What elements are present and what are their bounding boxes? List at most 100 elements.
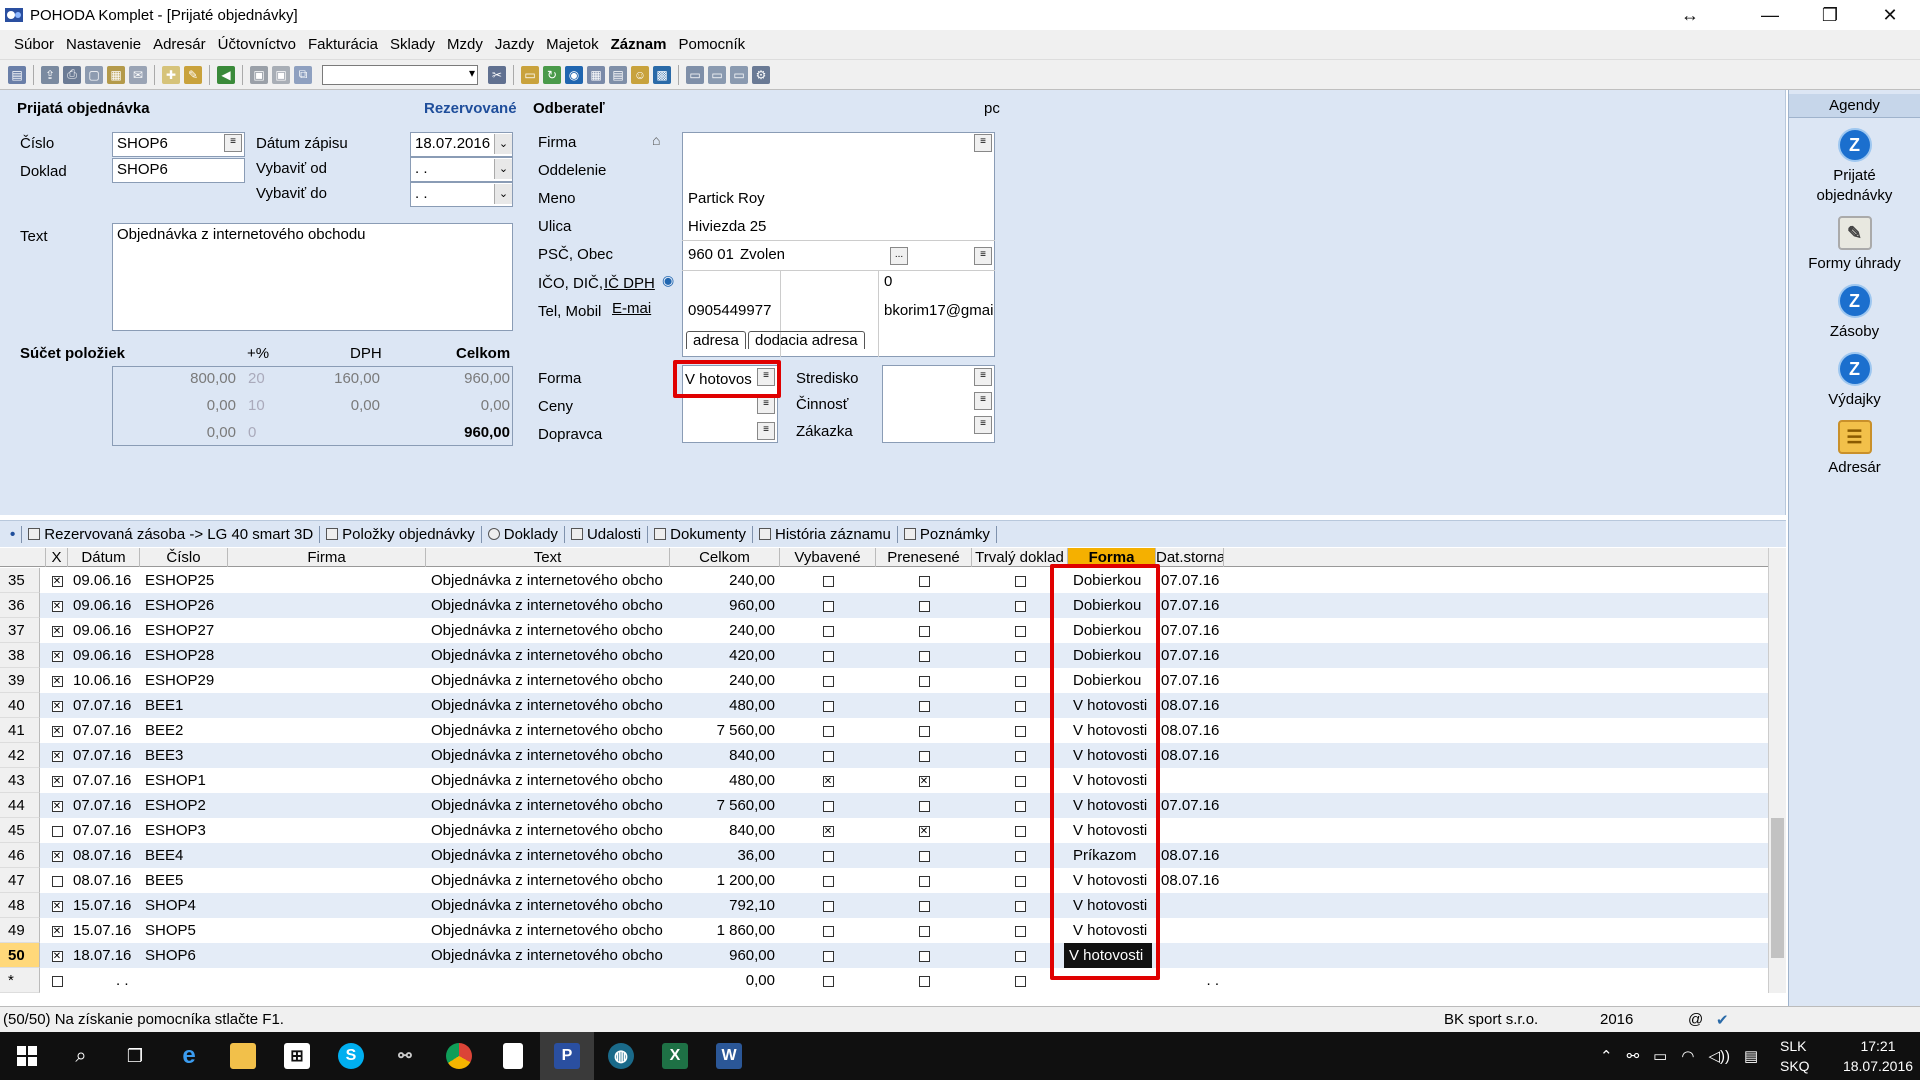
storno-checkbox[interactable]: ✕ (51, 575, 63, 587)
vyb-checkbox[interactable] (822, 900, 834, 912)
vyb-checkbox[interactable] (822, 575, 834, 587)
obec-browse-button[interactable]: ... (890, 247, 908, 265)
vertical-scrollbar[interactable] (1768, 548, 1786, 993)
cell-storno[interactable]: 07.07.16 (1156, 568, 1224, 593)
copy-icon[interactable]: ⧉ (294, 65, 312, 84)
vyb-checkbox[interactable] (822, 675, 834, 687)
filter-clear-icon[interactable]: ✂ (488, 65, 506, 84)
cell-x[interactable]: ✕ (46, 693, 68, 718)
storno-checkbox[interactable]: ✕ (51, 675, 63, 687)
cell-total[interactable]: 960,00 (670, 943, 780, 968)
cell-text[interactable]: Objednávka z internetového obcho (426, 768, 670, 793)
layout-icon[interactable]: ▭ (708, 65, 726, 84)
trv-checkbox[interactable] (1014, 700, 1026, 712)
cell-num[interactable] (140, 968, 228, 993)
cell-vyb[interactable] (780, 718, 876, 743)
search-button[interactable]: ⌕ (54, 1032, 108, 1080)
sidebar-item-zasoby[interactable]: Z Zásoby (1789, 284, 1920, 342)
cell-firma[interactable] (228, 918, 426, 943)
task-view-button[interactable]: ❐ (108, 1032, 162, 1080)
storno-checkbox[interactable] (51, 875, 63, 887)
cell-vyb[interactable] (780, 893, 876, 918)
minimize-button[interactable]: — (1740, 0, 1800, 30)
trv-checkbox[interactable] (1014, 750, 1026, 762)
cell-x[interactable] (46, 868, 68, 893)
ceny-dropdown-button[interactable]: ≡ (757, 396, 775, 414)
storno-checkbox[interactable]: ✕ (51, 775, 63, 787)
trv-checkbox[interactable] (1014, 825, 1026, 837)
column-header-total[interactable]: Celkom (670, 548, 780, 567)
storno-checkbox[interactable]: ✕ (51, 850, 63, 862)
cell-total[interactable]: 240,00 (670, 568, 780, 593)
pren-checkbox[interactable] (918, 875, 930, 887)
cell-vyb[interactable] (780, 843, 876, 868)
cell-storno[interactable] (1156, 918, 1224, 943)
pren-checkbox[interactable]: ✕ (918, 775, 930, 787)
cell-firma[interactable] (228, 618, 426, 643)
cell-num[interactable]: BEE5 (140, 868, 228, 893)
cell-firma[interactable] (228, 593, 426, 618)
storno-checkbox[interactable]: ✕ (51, 650, 63, 662)
back-arrow-icon[interactable]: ◀ (217, 65, 235, 84)
cell-num[interactable]: BEE4 (140, 843, 228, 868)
cell-storno[interactable]: 08.07.16 (1156, 743, 1224, 768)
input-language[interactable]: SLK SKQ (1780, 1036, 1810, 1076)
trv-checkbox[interactable] (1014, 725, 1026, 737)
cinnost-dropdown-button[interactable]: ≡ (974, 392, 992, 410)
grid-icon[interactable]: ▤ (609, 65, 627, 84)
resize-icon[interactable]: ↔ (1660, 0, 1720, 30)
cell-total[interactable]: 1 200,00 (670, 868, 780, 893)
cell-firma[interactable] (228, 893, 426, 918)
cell-pren[interactable] (876, 868, 972, 893)
cell-text[interactable]: Objednávka z internetového obcho (426, 918, 670, 943)
globe-icon[interactable]: ◉ (565, 65, 583, 84)
taskbar-excel[interactable]: X (648, 1032, 702, 1080)
agenda-icon[interactable]: ▤ (8, 65, 26, 84)
menu-zaznam[interactable]: Záznam (605, 36, 673, 53)
pren-checkbox[interactable] (918, 700, 930, 712)
cell-vyb[interactable] (780, 968, 876, 993)
chevron-up-icon[interactable]: ⌃ (1600, 1047, 1613, 1065)
cell-num[interactable]: ESHOP1 (140, 768, 228, 793)
taskbar-chrome[interactable] (432, 1032, 486, 1080)
table-row[interactable]: 45 07.07.16 ESHOP3 Objednávka z internetové… (0, 818, 1786, 843)
cancel-icon[interactable]: ▣ (272, 65, 290, 84)
cell-total[interactable]: 1 860,00 (670, 918, 780, 943)
table-row[interactable]: 42 ✕ 07.07.16 BEE3 Objednávka z internetovéh… (0, 743, 1786, 768)
storno-checkbox[interactable]: ✕ (51, 725, 63, 737)
cell-date[interactable]: 08.07.16 (68, 843, 140, 868)
cell-num[interactable]: ESHOP28 (140, 643, 228, 668)
cell-storno[interactable]: 08.07.16 (1156, 868, 1224, 893)
pren-checkbox[interactable] (918, 675, 930, 687)
table-row[interactable]: 47 08.07.16 BEE5 Objednávka z internetového… (0, 868, 1786, 893)
cell-x[interactable]: ✕ (46, 593, 68, 618)
cell-text[interactable]: Objednávka z internetového obcho (426, 893, 670, 918)
cell-text[interactable]: Objednávka z internetového obcho (426, 943, 670, 968)
cell-storno[interactable]: 08.07.16 (1156, 693, 1224, 718)
tab-rezervovana-zasoba[interactable]: Rezervovaná zásoba -> LG 40 smart 3D (22, 525, 321, 543)
tab-doklady[interactable]: Doklady (482, 525, 565, 543)
text-area[interactable]: Objednávka z internetového obchodu (112, 223, 513, 331)
calc-icon[interactable]: ▩ (653, 65, 671, 84)
cell-x[interactable]: ✕ (46, 718, 68, 743)
cell-date[interactable]: 07.07.16 (68, 743, 140, 768)
cell-date[interactable]: 07.07.16 (68, 693, 140, 718)
date-dropdown-icon[interactable]: ⌄ (494, 159, 512, 179)
tab-udalosti[interactable]: Udalosti (565, 525, 649, 543)
tab-adresa[interactable]: adresa (686, 331, 746, 349)
cell-storno[interactable]: 08.07.16 (1156, 843, 1224, 868)
menu-pomocnik[interactable]: Pomocník (672, 36, 751, 53)
cell-date[interactable]: 10.06.16 (68, 668, 140, 693)
pren-checkbox[interactable] (918, 725, 930, 737)
cell-pren[interactable] (876, 943, 972, 968)
cell-vyb[interactable] (780, 643, 876, 668)
table-row[interactable]: 36 ✕ 09.06.16 ESHOP26 Objednávka z interneto… (0, 593, 1786, 618)
report-icon[interactable]: ▦ (107, 65, 125, 84)
cell-text[interactable]: Objednávka z internetového obcho (426, 868, 670, 893)
storno-checkbox[interactable] (51, 825, 63, 837)
cell-num[interactable]: ESHOP29 (140, 668, 228, 693)
cell-storno[interactable]: 07.07.16 (1156, 643, 1224, 668)
pren-checkbox[interactable] (918, 750, 930, 762)
taskbar-notepad[interactable] (486, 1032, 540, 1080)
cell-text[interactable]: Objednávka z internetového obcho (426, 668, 670, 693)
